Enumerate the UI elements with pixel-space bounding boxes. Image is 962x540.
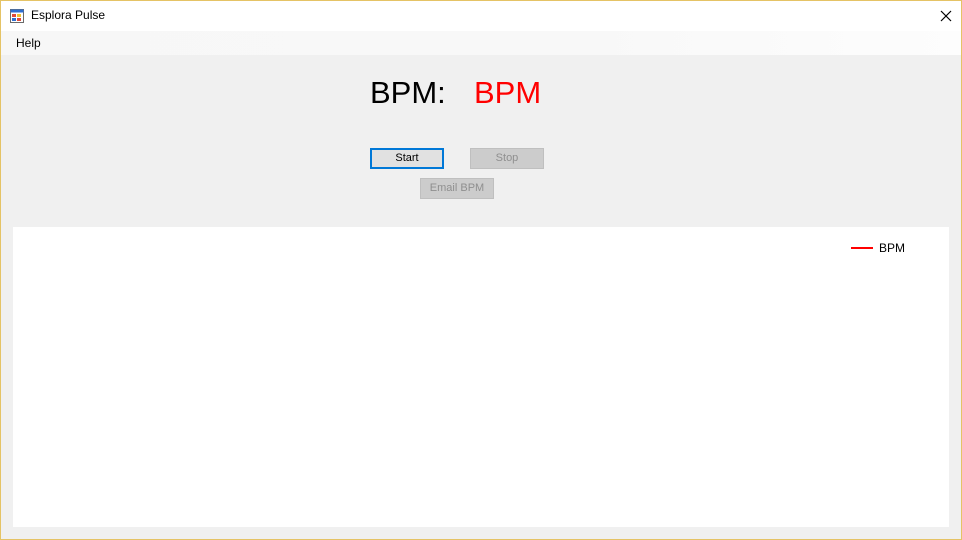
start-button[interactable]: Start — [370, 148, 444, 169]
legend-label-bpm: BPM — [878, 241, 905, 255]
menu-bar: Help — [1, 31, 961, 55]
bpm-label: BPM: — [370, 75, 446, 110]
window-title: Esplora Pulse — [31, 8, 106, 22]
email-bpm-button[interactable]: Email BPM — [420, 178, 494, 199]
stop-button[interactable]: Stop — [470, 148, 544, 169]
bpm-chart: BPM — [13, 227, 949, 527]
close-icon — [940, 10, 952, 22]
bpm-value: BPM — [474, 75, 542, 110]
app-window: Esplora Pulse Help BPM: BPM Start Stop E… — [0, 0, 962, 540]
title-bar[interactable]: Esplora Pulse — [1, 1, 961, 31]
app-icon — [10, 9, 24, 23]
close-button[interactable] — [931, 1, 961, 31]
menu-item-help[interactable]: Help — [9, 33, 48, 53]
legend-swatch-bpm — [850, 247, 873, 249]
chart-legend: BPM — [850, 241, 905, 255]
